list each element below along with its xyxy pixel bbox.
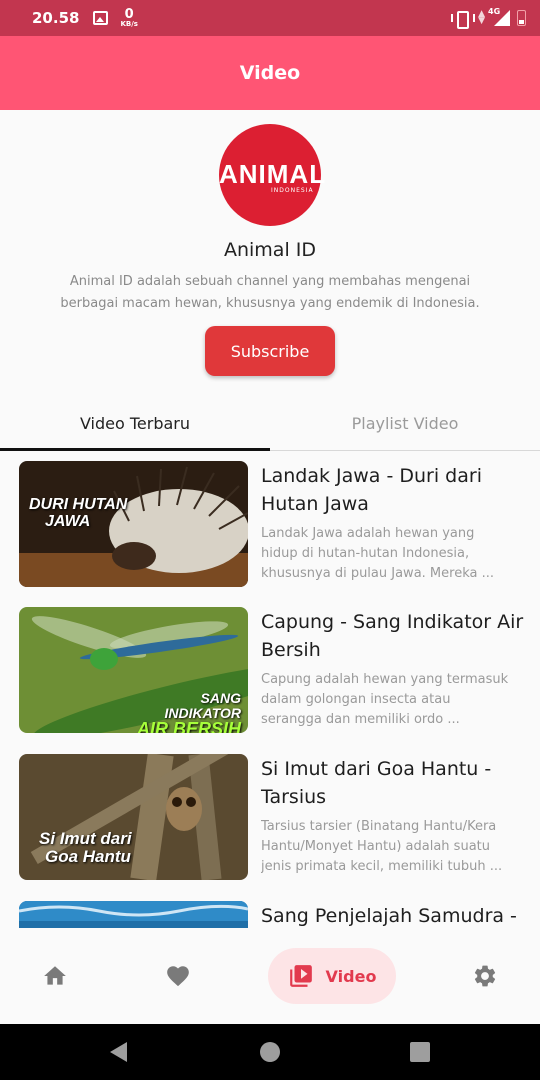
- status-bar: 20.58 0 KB/s ▲ ▼ 4G: [0, 0, 540, 36]
- video-card-landak-jawa[interactable]: DURI HUTAN JAWA Landak Jawa - Duri dari …: [19, 451, 526, 587]
- network-speed-unit: KB/s: [120, 20, 138, 28]
- battery-icon: [517, 10, 526, 26]
- video-title[interactable]: Si Imut dari Goa Hantu - Tarsius: [261, 755, 526, 811]
- video-list[interactable]: DURI HUTAN JAWA Landak Jawa - Duri dari …: [0, 451, 540, 928]
- page-title: Video: [239, 62, 301, 84]
- video-card-capung[interactable]: SANG INDIKATOR AIR BERSIH Capung - Sang …: [19, 597, 526, 733]
- thumbnail-caption-line1: SANG INDIKATOR: [164, 690, 241, 721]
- video-description: Tarsius tarsier (Binatang Hantu/Kera Han…: [261, 819, 503, 874]
- thumbnail-caption-line2: JAWA: [45, 512, 91, 530]
- gear-icon: [474, 965, 496, 987]
- tab-video-terbaru[interactable]: Video Terbaru: [0, 396, 270, 451]
- data-arrows-icon: ▲ ▼: [478, 9, 485, 26]
- thumbnail-caption-line2: Goa Hantu: [45, 846, 131, 866]
- vibrate-icon: [451, 11, 476, 29]
- channel-name: Animal ID: [223, 239, 317, 261]
- thumbnail-caption-line2: AIR BERSIH: [136, 719, 241, 733]
- video-thumbnail[interactable]: Si Imut dari Goa Hantu: [19, 754, 248, 880]
- bottom-navigation: Video: [0, 928, 540, 1024]
- video-library-icon: [289, 965, 312, 987]
- nav-favorites[interactable]: [155, 948, 201, 1004]
- channel-profile: ANIMAL INDONESIA Animal ID Animal ID ada…: [0, 110, 540, 400]
- video-thumbnail[interactable]: [19, 901, 248, 928]
- home-circle-icon[interactable]: [260, 1042, 280, 1062]
- video-title[interactable]: Landak Jawa - Duri dari Hutan Jawa: [261, 462, 526, 518]
- recent-apps-icon[interactable]: [410, 1042, 430, 1062]
- nav-home[interactable]: [32, 948, 78, 1004]
- video-description: Landak Jawa adalah hewan yang hidup di h…: [261, 526, 494, 581]
- status-time: 20.58: [32, 9, 80, 27]
- heart-icon: [167, 966, 189, 987]
- subscribe-button[interactable]: Subscribe: [205, 326, 335, 376]
- logo-text: ANIMAL: [219, 159, 327, 189]
- ocean-thumbnail-image: [19, 901, 248, 928]
- channel-description: Animal ID adalah sebuah channel yang mem…: [60, 274, 480, 311]
- nav-settings[interactable]: [462, 948, 508, 1004]
- signal-icon: 4G: [488, 7, 510, 26]
- app-bar: Video: [0, 36, 540, 110]
- thumbnail-caption-line1: Si Imut dari: [39, 829, 132, 848]
- video-card-tarsius[interactable]: Si Imut dari Goa Hantu Si Imut dari Goa …: [19, 744, 526, 880]
- logo-subtext: INDONESIA: [271, 187, 314, 194]
- gallery-icon: [93, 11, 109, 25]
- video-title[interactable]: Capung - Sang Indikator Air Bersih: [261, 608, 526, 664]
- status-icons: ▲ ▼ 4G: [451, 7, 526, 29]
- video-thumbnail[interactable]: SANG INDIKATOR AIR BERSIH: [19, 607, 248, 733]
- video-description: Capung adalah hewan yang termasuk dalam …: [261, 672, 509, 727]
- video-thumbnail[interactable]: DURI HUTAN JAWA: [19, 461, 248, 587]
- content: ANIMAL INDONESIA Animal ID Animal ID ada…: [0, 110, 540, 1024]
- video-card-penjelajah-samudra[interactable]: Sang Penjelajah Samudra -: [19, 891, 524, 928]
- nav-video-label: Video: [325, 966, 377, 986]
- channel-logo: ANIMAL INDONESIA: [219, 124, 327, 226]
- nav-video[interactable]: Video: [268, 948, 396, 1004]
- video-title[interactable]: Sang Penjelajah Samudra -: [261, 902, 526, 928]
- thumbnail-caption-line1: DURI HUTAN: [29, 496, 128, 513]
- network-speed: 0 KB/s: [120, 8, 137, 28]
- back-icon[interactable]: [110, 1042, 127, 1062]
- tab-bar: Video Terbaru Playlist Video: [0, 396, 540, 451]
- tab-playlist-video[interactable]: Playlist Video: [270, 396, 540, 450]
- system-navigation-bar: [0, 1024, 540, 1080]
- home-icon: [44, 966, 66, 985]
